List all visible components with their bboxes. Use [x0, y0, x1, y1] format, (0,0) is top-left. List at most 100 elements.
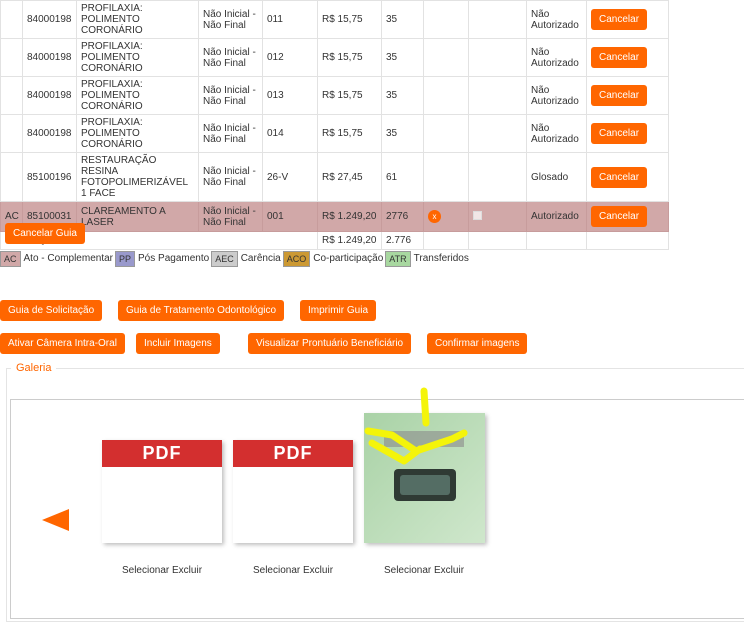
- gallery-item-2-actions: Selecionar Excluir: [233, 565, 353, 576]
- check-cell: [468, 114, 527, 153]
- prev-arrow-icon[interactable]: [42, 509, 69, 531]
- delete-link[interactable]: Excluir: [172, 565, 202, 576]
- tooth: 011: [262, 0, 318, 39]
- select-link[interactable]: Selecionar: [122, 565, 169, 576]
- imprimir-guia-button[interactable]: Imprimir Guia: [300, 300, 377, 321]
- procedure-value: R$ 15,75: [317, 38, 382, 77]
- authorization-status: Autorizado: [526, 201, 587, 232]
- intraoral-photo-icon: [364, 387, 485, 543]
- legend-badge-pp: PP: [115, 250, 136, 267]
- procedure-description: PROFILAXIA: POLIMENTO CORONÁRIO: [76, 0, 199, 39]
- gallery-item-3-actions: Selecionar Excluir: [364, 565, 484, 576]
- tooth: 001: [262, 201, 318, 232]
- pdf-icon: PDF: [233, 440, 353, 467]
- cancel-guia-button[interactable]: Cancelar Guia: [5, 223, 85, 244]
- cancel-button[interactable]: Cancelar: [591, 47, 648, 68]
- mark-cell: [423, 152, 469, 202]
- mark-cell: [423, 114, 469, 153]
- procedure-description: PROFILAXIA: POLIMENTO CORONÁRIO: [76, 76, 199, 115]
- row-type: [0, 152, 23, 202]
- galeria-title: Galeria: [16, 362, 52, 374]
- legend-label: Carência: [240, 253, 281, 264]
- incluir-imagens-button[interactable]: Incluir Imagens: [136, 333, 220, 354]
- gallery-item-photo[interactable]: [364, 387, 485, 543]
- procedure-us: 61: [381, 152, 424, 202]
- row-type: [0, 114, 23, 153]
- visualizar-prontuario-button[interactable]: Visualizar Prontuário Beneficiário: [248, 333, 412, 354]
- authorization-status: Não Autorizado: [526, 114, 587, 153]
- delete-link[interactable]: Excluir: [303, 565, 333, 576]
- table-row: 84000198 PROFILAXIA: POLIMENTO CORONÁRIO N…: [0, 0, 669, 39]
- confirmar-imagens-button[interactable]: Confirmar imagens: [427, 333, 528, 354]
- procedure-phase: Não Inicial - Não Final: [198, 38, 263, 77]
- check-cell: [468, 38, 527, 77]
- checkbox[interactable]: [473, 210, 482, 220]
- ativar-camera-button[interactable]: Ativar Câmera Intra-Oral: [0, 333, 125, 354]
- legend-label: Ato - Complementar: [23, 253, 113, 264]
- legend-label: Pós Pagamento: [138, 253, 210, 264]
- action-cell: Cancelar: [586, 38, 669, 77]
- action-cell: Cancelar: [586, 0, 669, 39]
- procedures-table: 84000198 PROFILAXIA: POLIMENTO CORONÁRIO N…: [0, 0, 669, 250]
- mark-cell: x: [423, 201, 469, 232]
- check-cell: [468, 152, 527, 202]
- gallery-item-1-actions: Selecionar Excluir: [102, 565, 222, 576]
- legend-badge-atr: ATR: [385, 250, 411, 267]
- action-cell: Cancelar: [586, 152, 669, 202]
- total-value: R$ 1.249,20: [317, 231, 382, 250]
- gallery-item-pdf-2[interactable]: PDF: [233, 440, 353, 543]
- gallery-item-pdf-1[interactable]: PDF: [102, 440, 222, 543]
- remove-icon[interactable]: x: [428, 210, 441, 223]
- legend-badge-ac: AC: [0, 250, 21, 267]
- mark-cell: [423, 76, 469, 115]
- row-type: [0, 38, 23, 77]
- procedure-phase: Não Inicial - Não Final: [198, 114, 263, 153]
- legend-label: Co-participação: [313, 253, 384, 264]
- procedure-code: 84000198: [22, 76, 77, 115]
- procedure-phase: Não Inicial - Não Final: [198, 76, 263, 115]
- table-row: 85100196 RESTAURAÇÃO RESINA FOTOPOLIMERIZ…: [0, 152, 669, 202]
- action-cell: Cancelar: [586, 114, 669, 153]
- pdf-icon: PDF: [102, 440, 222, 467]
- cancel-button[interactable]: Cancelar: [591, 85, 648, 106]
- procedure-us: 35: [381, 114, 424, 153]
- mark-cell: [423, 38, 469, 77]
- procedure-description: RESTAURAÇÃO RESINA FOTOPOLIMERIZÁVEL 1 F…: [76, 152, 199, 202]
- total-row: Total Orçado R$ 1.249,20 2.776: [0, 231, 669, 250]
- guia-solicitacao-button[interactable]: Guia de Solicitação: [0, 300, 103, 321]
- procedure-code: 84000198: [22, 114, 77, 153]
- select-link[interactable]: Selecionar: [384, 565, 431, 576]
- delete-link[interactable]: Excluir: [434, 565, 464, 576]
- procedure-value: R$ 15,75: [317, 76, 382, 115]
- procedure-phase: Não Inicial - Não Final: [198, 0, 263, 39]
- procedure-description: PROFILAXIA: POLIMENTO CORONÁRIO: [76, 38, 199, 77]
- procedure-phase: Não Inicial - Não Final: [198, 152, 263, 202]
- cancel-button[interactable]: Cancelar: [591, 9, 648, 30]
- authorization-status: Não Autorizado: [526, 76, 587, 115]
- select-link[interactable]: Selecionar: [253, 565, 300, 576]
- tooth: 26-V: [262, 152, 318, 202]
- procedure-value: R$ 15,75: [317, 114, 382, 153]
- procedure-code: 84000198: [22, 0, 77, 39]
- authorization-status: Não Autorizado: [526, 0, 587, 39]
- cancel-button[interactable]: Cancelar: [591, 123, 648, 144]
- check-cell: [468, 201, 527, 232]
- row-type: [0, 0, 23, 39]
- cancel-button[interactable]: Cancelar: [591, 166, 648, 188]
- row-type: [0, 76, 23, 115]
- check-cell: [468, 76, 527, 115]
- procedure-code: 84000198: [22, 38, 77, 77]
- procedure-description: PROFILAXIA: POLIMENTO CORONÁRIO: [76, 114, 199, 153]
- authorization-status: Glosado: [526, 152, 587, 202]
- tooth: 014: [262, 114, 318, 153]
- table-row: 84000198 PROFILAXIA: POLIMENTO CORONÁRIO N…: [0, 114, 669, 153]
- mark-cell: [423, 0, 469, 39]
- legend: AC Ato - Complementar PP Pós Pagamento AEC Ca…: [0, 250, 471, 267]
- guia-tratamento-button[interactable]: Guia de Tratamento Odontológico: [118, 300, 285, 321]
- tooth: 012: [262, 38, 318, 77]
- cancel-button[interactable]: Cancelar: [591, 206, 648, 227]
- table-row: 84000198 PROFILAXIA: POLIMENTO CORONÁRIO N…: [0, 76, 669, 115]
- check-cell: [468, 0, 527, 39]
- procedure-code: 85100196: [22, 152, 77, 202]
- procedure-us: 2776: [381, 201, 424, 232]
